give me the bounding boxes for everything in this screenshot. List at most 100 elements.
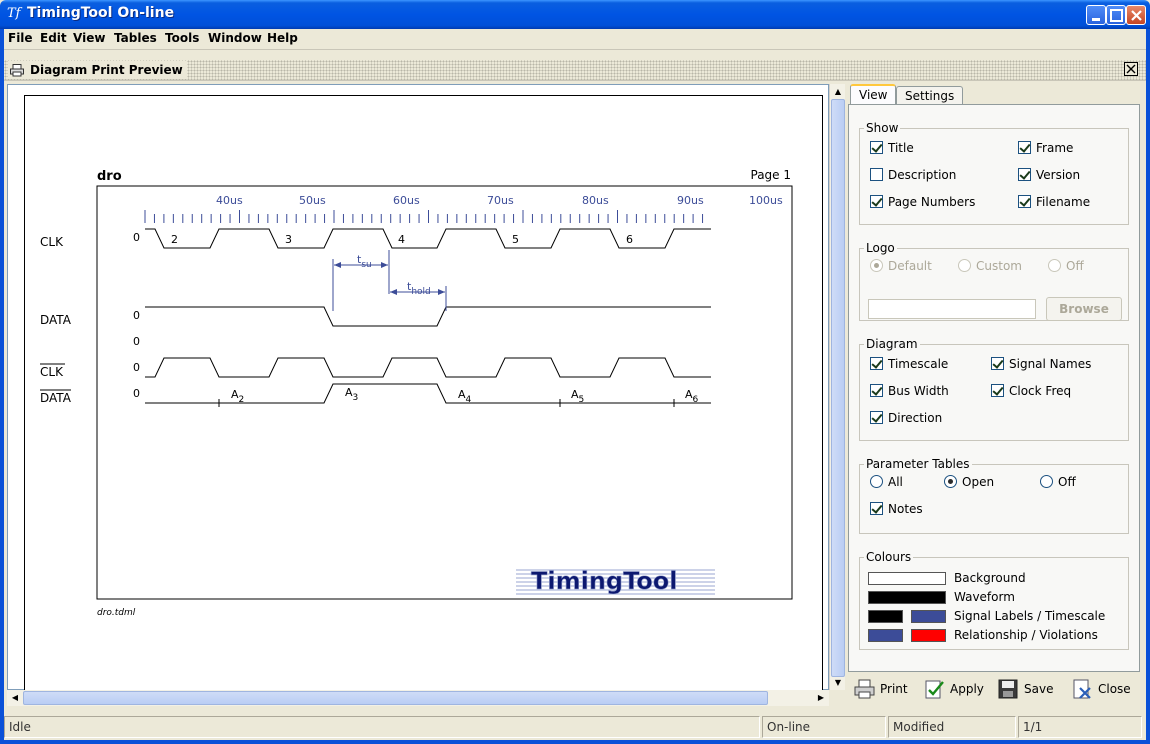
- checkbox-notes[interactable]: Notes: [870, 502, 923, 516]
- radio[interactable]: [944, 475, 957, 488]
- colour-swatch-timescale[interactable]: [911, 610, 946, 623]
- scroll-right-button[interactable]: ▶: [813, 690, 829, 705]
- timingtool-logo: TimingTool: [516, 567, 715, 595]
- checkbox[interactable]: [870, 384, 883, 397]
- radio-tables-open[interactable]: Open: [944, 475, 994, 489]
- view-tab-body: Show Title Frame Description Version Pag…: [848, 104, 1140, 672]
- menu-view[interactable]: View: [73, 31, 105, 45]
- tab-view[interactable]: View: [850, 84, 897, 104]
- minimize-button[interactable]: [1086, 5, 1106, 25]
- tick-label: 80us: [582, 194, 609, 207]
- horizontal-scrollbar[interactable]: ◀ ▶: [7, 690, 829, 706]
- maximize-icon: [1110, 9, 1123, 22]
- checkbox[interactable]: [870, 502, 883, 515]
- checkbox-timescale[interactable]: Timescale: [870, 357, 948, 371]
- checkbox[interactable]: [1018, 141, 1031, 154]
- apply-label: Apply: [950, 682, 984, 696]
- menu-file[interactable]: File: [8, 31, 33, 45]
- close-button[interactable]: Close: [1072, 678, 1131, 700]
- checkbox[interactable]: [1018, 195, 1031, 208]
- print-page: dro Page 1 dro.tdml 40us 50us 60us 70us …: [24, 95, 823, 691]
- clk-label: 2: [171, 233, 178, 246]
- app-icon: Tf: [7, 6, 21, 21]
- checkbox[interactable]: [991, 357, 1004, 370]
- radio[interactable]: [1040, 475, 1053, 488]
- scroll-thumb[interactable]: [831, 99, 845, 677]
- tick-label: 100us: [749, 194, 783, 207]
- group-legend: Diagram: [866, 337, 918, 351]
- preview-area[interactable]: dro Page 1 dro.tdml 40us 50us 60us 70us …: [7, 84, 829, 691]
- tab-settings[interactable]: Settings: [896, 86, 964, 104]
- settings-panel: View Settings Show Title Frame Descripti…: [846, 84, 1142, 674]
- logo-path-input[interactable]: [868, 299, 1036, 319]
- scroll-down-button[interactable]: ▼: [830, 675, 846, 690]
- apply-check-icon: [925, 680, 944, 699]
- title-bar[interactable]: Tf TimingTool On-line: [0, 0, 1150, 29]
- toolbar-strip: [4, 49, 1146, 59]
- radio[interactable]: [958, 259, 971, 272]
- group-legend: Colours: [866, 550, 912, 564]
- tick-label: 90us: [677, 194, 704, 207]
- checkbox-frame[interactable]: Frame: [1018, 141, 1073, 155]
- colour-swatch-waveform[interactable]: [868, 591, 946, 604]
- checkbox-page-numbers[interactable]: Page Numbers: [870, 195, 975, 209]
- print-label: Print: [880, 682, 908, 696]
- close-icon: [1126, 64, 1136, 74]
- waveforms: [145, 228, 711, 407]
- scroll-up-button[interactable]: ▲: [830, 84, 846, 99]
- checkbox-direction[interactable]: Direction: [870, 411, 942, 425]
- checkbox-title[interactable]: Title: [870, 141, 914, 155]
- checkbox[interactable]: [870, 195, 883, 208]
- save-button[interactable]: Save: [998, 678, 1053, 700]
- radio-logo-custom[interactable]: Custom: [958, 259, 1022, 273]
- checkbox[interactable]: [1018, 168, 1031, 181]
- print-button[interactable]: Print: [854, 678, 908, 700]
- close-preview-button[interactable]: [1124, 62, 1138, 76]
- t-su-label: tsu: [357, 253, 372, 270]
- radio-tables-all[interactable]: All: [870, 475, 903, 489]
- radio-logo-off[interactable]: Off: [1048, 259, 1084, 273]
- maximize-button[interactable]: [1106, 5, 1126, 25]
- action-bar: Print Apply Save Close: [846, 676, 1142, 702]
- checkbox[interactable]: [870, 357, 883, 370]
- checkbox[interactable]: [870, 141, 883, 154]
- colour-label: Background: [954, 571, 1026, 585]
- checkbox-filename[interactable]: Filename: [1018, 195, 1090, 209]
- menu-edit[interactable]: Edit: [40, 31, 67, 45]
- colour-swatch-background[interactable]: [868, 572, 946, 585]
- menu-tables[interactable]: Tables: [114, 31, 157, 45]
- checkbox-clock-freq[interactable]: Clock Freq: [991, 384, 1071, 398]
- menu-window[interactable]: Window: [208, 31, 262, 45]
- radio-tables-off[interactable]: Off: [1040, 475, 1076, 489]
- internal-frame-title[interactable]: Diagram Print Preview: [4, 60, 1146, 81]
- radio[interactable]: [1048, 259, 1061, 272]
- minimize-icon: [1092, 18, 1100, 21]
- signal-name: DATA: [40, 313, 72, 327]
- checkbox[interactable]: [870, 168, 883, 181]
- radio[interactable]: [870, 475, 883, 488]
- scroll-left-button[interactable]: ◀: [7, 690, 23, 705]
- close-window-button[interactable]: [1126, 5, 1146, 25]
- checkbox-signal-names[interactable]: Signal Names: [991, 357, 1091, 371]
- colour-swatch-violations[interactable]: [911, 629, 946, 642]
- checkbox-description[interactable]: Description: [870, 168, 956, 182]
- vertical-scrollbar[interactable]: ▲ ▼: [829, 84, 845, 690]
- colour-swatch-relationship[interactable]: [868, 629, 903, 642]
- menu-help[interactable]: Help: [267, 31, 298, 45]
- colour-swatch-signal-labels[interactable]: [868, 610, 903, 623]
- checkbox-version[interactable]: Version: [1018, 168, 1080, 182]
- apply-button[interactable]: Apply: [924, 678, 984, 700]
- group-legend: Logo: [866, 241, 895, 255]
- checkbox[interactable]: [991, 384, 1004, 397]
- checkbox[interactable]: [870, 411, 883, 424]
- colour-label: Waveform: [954, 590, 1015, 604]
- radio-logo-default[interactable]: Default: [870, 259, 932, 273]
- scroll-thumb[interactable]: [23, 691, 768, 705]
- menu-tools[interactable]: Tools: [165, 31, 199, 45]
- checkbox-bus-width[interactable]: Bus Width: [870, 384, 949, 398]
- browse-button[interactable]: Browse: [1046, 297, 1122, 321]
- initial-state: 0: [133, 387, 140, 400]
- radio[interactable]: [870, 259, 883, 272]
- tick-marks: [144, 210, 704, 223]
- colour-label: Relationship / Violations: [954, 628, 1098, 642]
